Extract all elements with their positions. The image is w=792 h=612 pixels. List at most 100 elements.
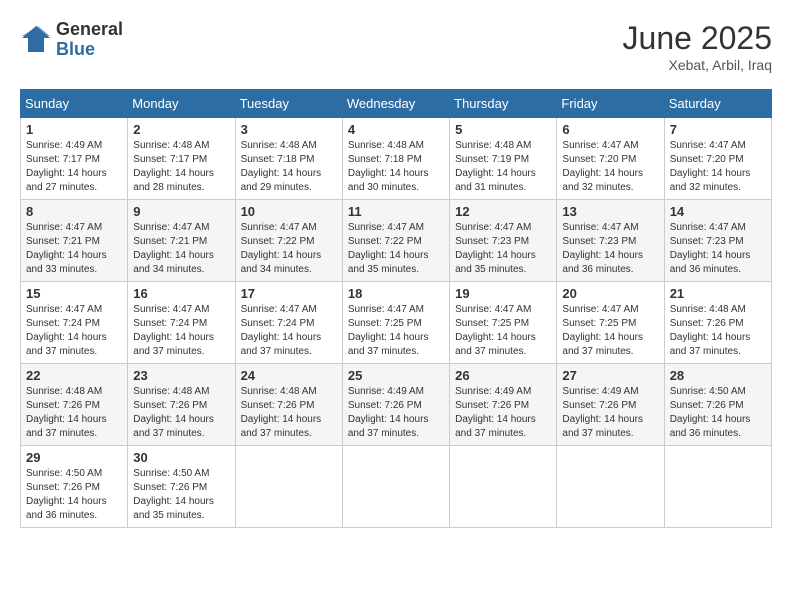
calendar-week-row: 8 Sunrise: 4:47 AMSunset: 7:21 PMDayligh… xyxy=(21,200,772,282)
day-number: 12 xyxy=(455,204,551,219)
day-number: 2 xyxy=(133,122,229,137)
weekday-header: Sunday xyxy=(21,90,128,118)
day-number: 4 xyxy=(348,122,444,137)
calendar-cell: 5 Sunrise: 4:48 AMSunset: 7:19 PMDayligh… xyxy=(450,118,557,200)
day-info: Sunrise: 4:47 AMSunset: 7:25 PMDaylight:… xyxy=(455,304,536,357)
day-number: 30 xyxy=(133,450,229,465)
day-info: Sunrise: 4:48 AMSunset: 7:26 PMDaylight:… xyxy=(241,386,322,439)
day-number: 10 xyxy=(241,204,337,219)
calendar-cell: 7 Sunrise: 4:47 AMSunset: 7:20 PMDayligh… xyxy=(664,118,771,200)
calendar-cell: 4 Sunrise: 4:48 AMSunset: 7:18 PMDayligh… xyxy=(342,118,449,200)
day-number: 22 xyxy=(26,368,122,383)
calendar-cell: 24 Sunrise: 4:48 AMSunset: 7:26 PMDaylig… xyxy=(235,364,342,446)
calendar-week-row: 1 Sunrise: 4:49 AMSunset: 7:17 PMDayligh… xyxy=(21,118,772,200)
day-number: 6 xyxy=(562,122,658,137)
day-number: 25 xyxy=(348,368,444,383)
day-number: 28 xyxy=(670,368,766,383)
calendar-cell xyxy=(235,446,342,528)
calendar-cell: 13 Sunrise: 4:47 AMSunset: 7:23 PMDaylig… xyxy=(557,200,664,282)
calendar-week-row: 29 Sunrise: 4:50 AMSunset: 7:26 PMDaylig… xyxy=(21,446,772,528)
calendar-cell xyxy=(557,446,664,528)
calendar-cell: 16 Sunrise: 4:47 AMSunset: 7:24 PMDaylig… xyxy=(128,282,235,364)
calendar-cell: 17 Sunrise: 4:47 AMSunset: 7:24 PMDaylig… xyxy=(235,282,342,364)
calendar-cell: 15 Sunrise: 4:47 AMSunset: 7:24 PMDaylig… xyxy=(21,282,128,364)
day-info: Sunrise: 4:49 AMSunset: 7:17 PMDaylight:… xyxy=(26,140,107,193)
calendar-cell: 1 Sunrise: 4:49 AMSunset: 7:17 PMDayligh… xyxy=(21,118,128,200)
day-number: 19 xyxy=(455,286,551,301)
calendar-cell: 3 Sunrise: 4:48 AMSunset: 7:18 PMDayligh… xyxy=(235,118,342,200)
calendar-cell: 26 Sunrise: 4:49 AMSunset: 7:26 PMDaylig… xyxy=(450,364,557,446)
month-title: June 2025 xyxy=(623,20,772,57)
day-info: Sunrise: 4:47 AMSunset: 7:20 PMDaylight:… xyxy=(562,140,643,193)
day-number: 13 xyxy=(562,204,658,219)
day-info: Sunrise: 4:47 AMSunset: 7:23 PMDaylight:… xyxy=(562,222,643,275)
calendar-cell: 29 Sunrise: 4:50 AMSunset: 7:26 PMDaylig… xyxy=(21,446,128,528)
day-number: 11 xyxy=(348,204,444,219)
day-number: 24 xyxy=(241,368,337,383)
day-info: Sunrise: 4:48 AMSunset: 7:26 PMDaylight:… xyxy=(26,386,107,439)
day-info: Sunrise: 4:48 AMSunset: 7:17 PMDaylight:… xyxy=(133,140,214,193)
calendar-cell: 18 Sunrise: 4:47 AMSunset: 7:25 PMDaylig… xyxy=(342,282,449,364)
day-number: 9 xyxy=(133,204,229,219)
day-number: 26 xyxy=(455,368,551,383)
logo-general-text: General Blue xyxy=(56,20,123,60)
calendar-cell: 19 Sunrise: 4:47 AMSunset: 7:25 PMDaylig… xyxy=(450,282,557,364)
calendar-cell: 23 Sunrise: 4:48 AMSunset: 7:26 PMDaylig… xyxy=(128,364,235,446)
calendar-cell: 20 Sunrise: 4:47 AMSunset: 7:25 PMDaylig… xyxy=(557,282,664,364)
day-number: 18 xyxy=(348,286,444,301)
calendar-cell: 6 Sunrise: 4:47 AMSunset: 7:20 PMDayligh… xyxy=(557,118,664,200)
page-header: General Blue June 2025 Xebat, Arbil, Ira… xyxy=(20,20,772,73)
location-text: Xebat, Arbil, Iraq xyxy=(623,57,772,73)
day-info: Sunrise: 4:47 AMSunset: 7:21 PMDaylight:… xyxy=(26,222,107,275)
calendar-cell: 28 Sunrise: 4:50 AMSunset: 7:26 PMDaylig… xyxy=(664,364,771,446)
calendar-week-row: 22 Sunrise: 4:48 AMSunset: 7:26 PMDaylig… xyxy=(21,364,772,446)
day-info: Sunrise: 4:47 AMSunset: 7:21 PMDaylight:… xyxy=(133,222,214,275)
calendar-cell: 12 Sunrise: 4:47 AMSunset: 7:23 PMDaylig… xyxy=(450,200,557,282)
day-info: Sunrise: 4:48 AMSunset: 7:18 PMDaylight:… xyxy=(348,140,429,193)
weekday-header: Wednesday xyxy=(342,90,449,118)
day-number: 14 xyxy=(670,204,766,219)
day-number: 5 xyxy=(455,122,551,137)
weekday-header: Saturday xyxy=(664,90,771,118)
day-info: Sunrise: 4:47 AMSunset: 7:24 PMDaylight:… xyxy=(133,304,214,357)
calendar-cell xyxy=(450,446,557,528)
day-info: Sunrise: 4:47 AMSunset: 7:20 PMDaylight:… xyxy=(670,140,751,193)
calendar-cell: 25 Sunrise: 4:49 AMSunset: 7:26 PMDaylig… xyxy=(342,364,449,446)
calendar-cell xyxy=(342,446,449,528)
day-info: Sunrise: 4:48 AMSunset: 7:26 PMDaylight:… xyxy=(670,304,751,357)
day-info: Sunrise: 4:47 AMSunset: 7:25 PMDaylight:… xyxy=(348,304,429,357)
day-info: Sunrise: 4:50 AMSunset: 7:26 PMDaylight:… xyxy=(26,468,107,521)
calendar-week-row: 15 Sunrise: 4:47 AMSunset: 7:24 PMDaylig… xyxy=(21,282,772,364)
day-info: Sunrise: 4:47 AMSunset: 7:24 PMDaylight:… xyxy=(26,304,107,357)
day-number: 23 xyxy=(133,368,229,383)
day-info: Sunrise: 4:47 AMSunset: 7:23 PMDaylight:… xyxy=(670,222,751,275)
calendar-cell: 22 Sunrise: 4:48 AMSunset: 7:26 PMDaylig… xyxy=(21,364,128,446)
calendar-cell xyxy=(664,446,771,528)
day-number: 27 xyxy=(562,368,658,383)
calendar-cell: 2 Sunrise: 4:48 AMSunset: 7:17 PMDayligh… xyxy=(128,118,235,200)
calendar-cell: 8 Sunrise: 4:47 AMSunset: 7:21 PMDayligh… xyxy=(21,200,128,282)
logo: General Blue xyxy=(20,20,123,60)
day-info: Sunrise: 4:49 AMSunset: 7:26 PMDaylight:… xyxy=(562,386,643,439)
day-number: 3 xyxy=(241,122,337,137)
day-number: 15 xyxy=(26,286,122,301)
day-number: 20 xyxy=(562,286,658,301)
day-number: 8 xyxy=(26,204,122,219)
calendar-cell: 14 Sunrise: 4:47 AMSunset: 7:23 PMDaylig… xyxy=(664,200,771,282)
weekday-header: Tuesday xyxy=(235,90,342,118)
day-number: 17 xyxy=(241,286,337,301)
logo-icon xyxy=(20,24,52,56)
day-info: Sunrise: 4:47 AMSunset: 7:24 PMDaylight:… xyxy=(241,304,322,357)
day-info: Sunrise: 4:48 AMSunset: 7:19 PMDaylight:… xyxy=(455,140,536,193)
day-info: Sunrise: 4:49 AMSunset: 7:26 PMDaylight:… xyxy=(348,386,429,439)
day-info: Sunrise: 4:48 AMSunset: 7:26 PMDaylight:… xyxy=(133,386,214,439)
calendar-cell: 30 Sunrise: 4:50 AMSunset: 7:26 PMDaylig… xyxy=(128,446,235,528)
day-info: Sunrise: 4:50 AMSunset: 7:26 PMDaylight:… xyxy=(133,468,214,521)
calendar-header-row: SundayMondayTuesdayWednesdayThursdayFrid… xyxy=(21,90,772,118)
day-info: Sunrise: 4:47 AMSunset: 7:22 PMDaylight:… xyxy=(241,222,322,275)
day-number: 21 xyxy=(670,286,766,301)
calendar-cell: 21 Sunrise: 4:48 AMSunset: 7:26 PMDaylig… xyxy=(664,282,771,364)
day-info: Sunrise: 4:47 AMSunset: 7:25 PMDaylight:… xyxy=(562,304,643,357)
calendar-cell: 10 Sunrise: 4:47 AMSunset: 7:22 PMDaylig… xyxy=(235,200,342,282)
day-number: 16 xyxy=(133,286,229,301)
